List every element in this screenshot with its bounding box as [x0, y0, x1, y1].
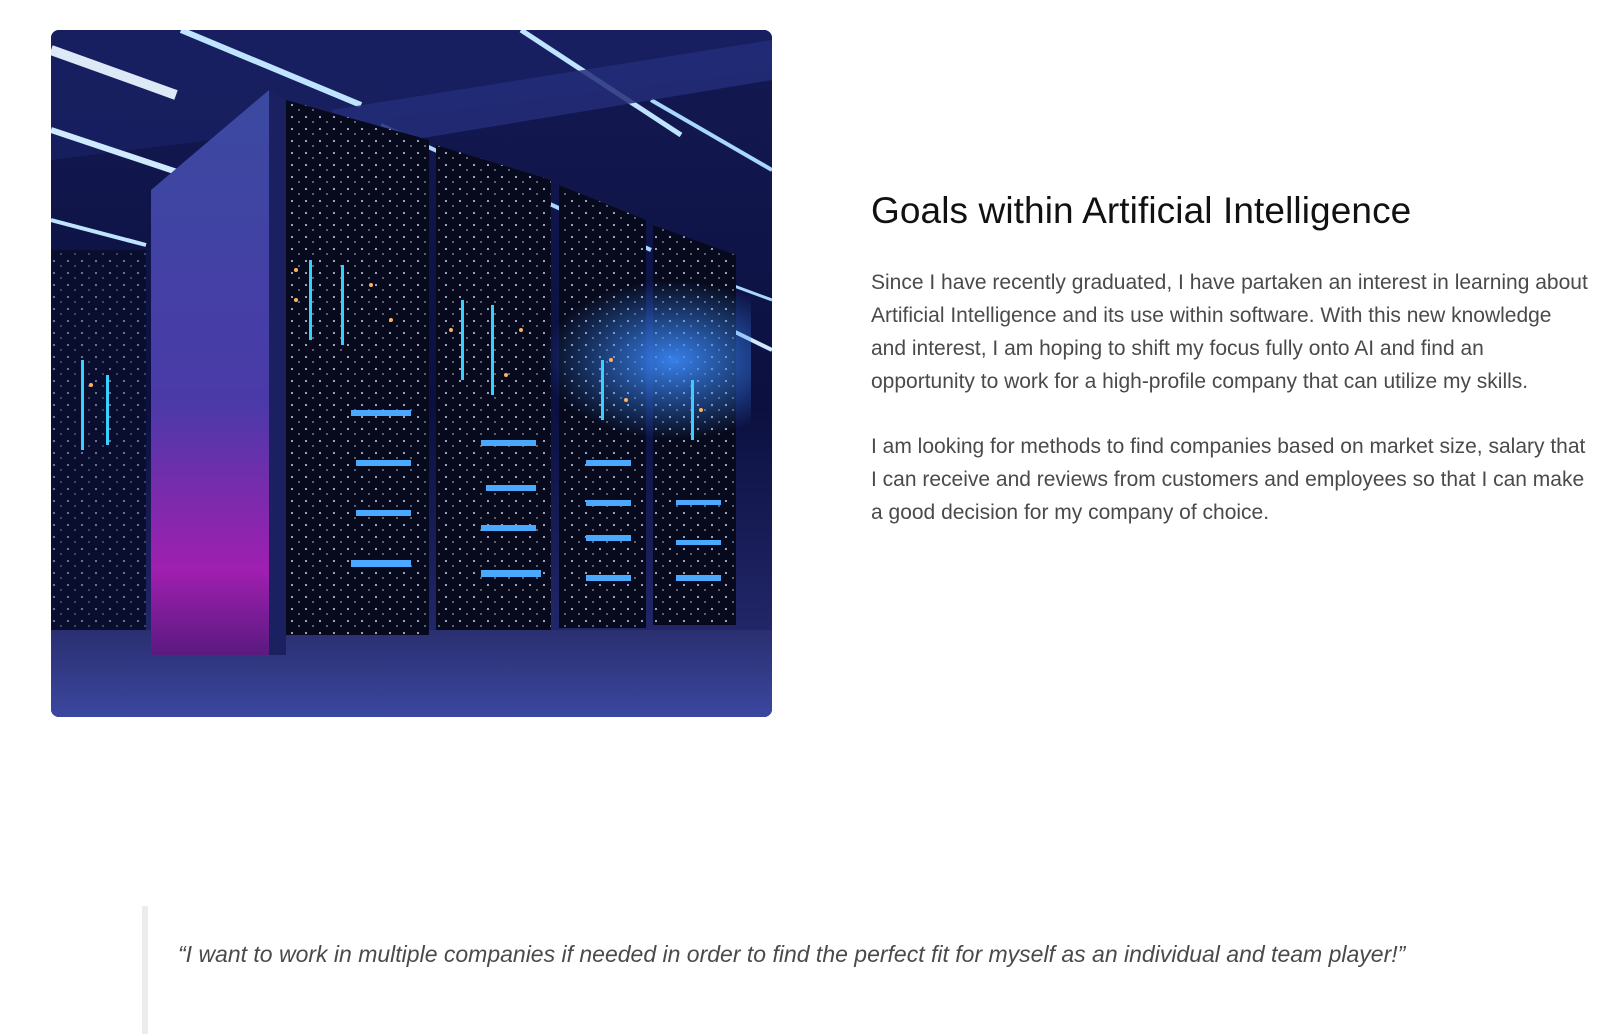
section-title: Goals within Artificial Intelligence [871, 190, 1412, 231]
server-room-image [51, 30, 772, 717]
intro-paragraph: Since I have recently graduated, I have … [871, 271, 1588, 393]
quote-text: “I want to work in multiple companies if… [178, 941, 1406, 967]
quote-block: “I want to work in multiple companies if… [142, 906, 1582, 1034]
page: Goals within Artificial Intelligence Sin… [0, 0, 1617, 1034]
methods-paragraph: I am looking for methods to find compani… [871, 435, 1586, 524]
goals-section: Goals within Artificial Intelligence Sin… [871, 186, 1591, 529]
